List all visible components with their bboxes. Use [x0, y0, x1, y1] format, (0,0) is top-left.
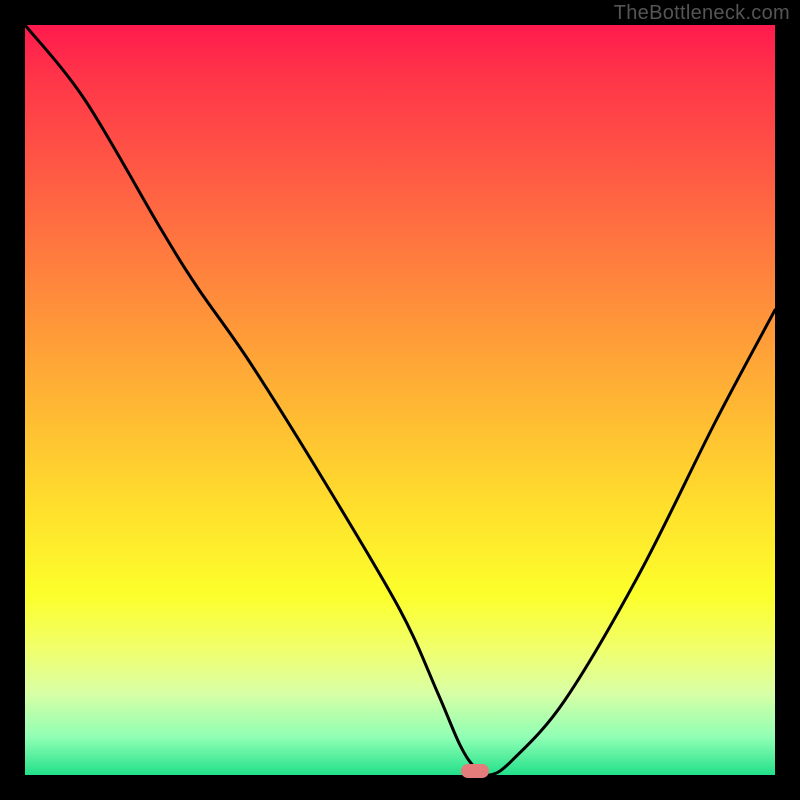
bottleneck-curve: [25, 25, 775, 775]
watermark-text: TheBottleneck.com: [614, 2, 790, 25]
plot-area: [25, 25, 775, 775]
valley-marker-icon: [461, 764, 489, 778]
chart-frame: TheBottleneck.com: [0, 0, 800, 800]
